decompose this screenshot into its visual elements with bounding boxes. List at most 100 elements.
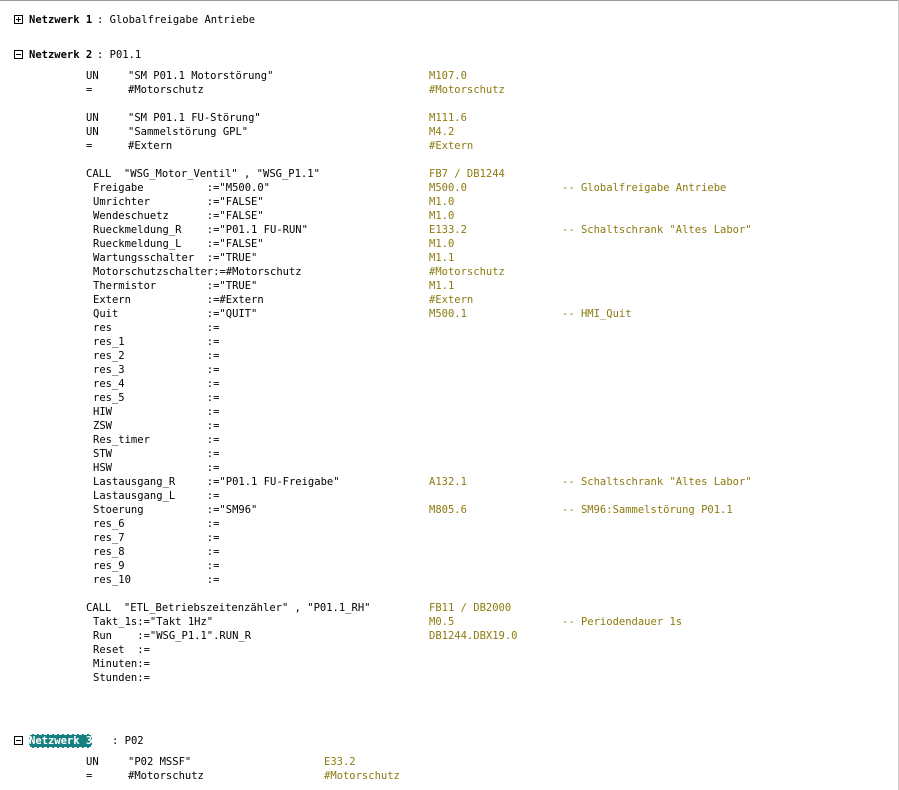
parameter-line[interactable]: Res_timer :=	[0, 433, 899, 447]
statement-line[interactable]: = #Motorschutz #Motorschutz	[0, 769, 899, 783]
network-label-selected[interactable]: Netzwerk 3	[29, 734, 93, 748]
address: A132.1	[429, 476, 467, 488]
network-3-header[interactable]: Netzwerk 3 : P02	[14, 734, 144, 748]
call-line[interactable]: CALL "ETL_Betriebszeitenzähler" , "P01.1…	[0, 601, 899, 615]
parameter-line[interactable]: res_5 :=	[0, 391, 899, 405]
statement-line[interactable]: UN "Sammelstörung GPL" M4.2	[0, 125, 899, 139]
parameter: res_9 :=	[93, 560, 220, 572]
parameter-line[interactable]: Minuten:=	[0, 657, 899, 671]
address: #Motorschutz	[324, 770, 400, 782]
parameter-line[interactable]: res_9 :=	[0, 559, 899, 573]
parameter: res_4 :=	[93, 378, 220, 390]
parameter-line[interactable]: Takt_1s:="Takt 1Hz" M0.5 -- Periodendauer …	[0, 615, 899, 629]
parameter-line[interactable]: Freigabe :="M500.0" M500.0 -- Globalfreiga…	[0, 181, 899, 195]
call-statement: CALL "ETL_Betriebszeitenzähler" , "P01.1…	[86, 602, 371, 614]
operator: UN	[86, 70, 99, 82]
parameter-line[interactable]: HIW :=	[0, 405, 899, 419]
collapse-icon[interactable]	[14, 50, 23, 59]
parameter: res_3 :=	[93, 364, 220, 376]
statement-line[interactable]: = #Extern #Extern	[0, 139, 899, 153]
statement-line[interactable]: = #Motorschutz #Motorschutz	[0, 83, 899, 97]
network-title: : Globalfreigabe Antriebe	[97, 14, 256, 26]
comment: -- Schaltschrank "Altes Labor"	[562, 224, 752, 236]
call-line[interactable]: CALL "WSG_Motor_Ventil" , "WSG_P1.1" FB7 …	[0, 167, 899, 181]
parameter: res_2 :=	[93, 350, 220, 362]
network-label: Netzwerk 2	[29, 49, 93, 61]
parameter: ZSW :=	[93, 420, 220, 432]
parameter-line[interactable]: HSW :=	[0, 461, 899, 475]
parameter-line[interactable]: Wendeschuetz :="FALSE" M1.0	[0, 209, 899, 223]
parameter-line[interactable]: ZSW :=	[0, 419, 899, 433]
collapse-icon[interactable]	[14, 736, 23, 745]
address: M111.6	[429, 112, 467, 124]
address: M500.1	[429, 308, 467, 320]
parameter-line[interactable]: res_2 :=	[0, 349, 899, 363]
parameter-line[interactable]: Umrichter :="FALSE" M1.0	[0, 195, 899, 209]
address: E33.2	[324, 756, 356, 768]
operator: =	[86, 84, 93, 96]
parameter-line[interactable]: res_1 :=	[0, 335, 899, 349]
parameter-line[interactable]: Extern :=#Extern #Extern	[0, 293, 899, 307]
network-2-header[interactable]: Netzwerk 2 : P01.1	[14, 48, 141, 62]
parameter-line[interactable]: Rueckmeldung_R :="P01.1 FU-RUN" E133.2 -- …	[0, 223, 899, 237]
parameter: Wendeschuetz :="FALSE"	[93, 210, 264, 222]
parameter-line[interactable]: Thermistor :="TRUE" M1.1	[0, 279, 899, 293]
parameter-line[interactable]: res_4 :=	[0, 377, 899, 391]
parameter: Extern :=#Extern	[93, 294, 264, 306]
operator: UN	[86, 112, 99, 124]
address: M107.0	[429, 70, 467, 82]
address: M1.0	[429, 196, 455, 208]
network-1-header[interactable]: Netzwerk 1 : Globalfreigabe Antriebe	[14, 13, 255, 27]
statement-line[interactable]: UN "SM P01.1 FU-Störung" M111.6	[0, 111, 899, 125]
parameter-line[interactable]: Reset :=	[0, 643, 899, 657]
parameter: res_10 :=	[93, 574, 220, 586]
operand: "P02 MSSF"	[128, 756, 192, 768]
parameter: res_5 :=	[93, 392, 220, 404]
block-address: FB7 / DB1244	[429, 168, 505, 180]
parameter: Wartungsschalter :="TRUE"	[93, 252, 258, 264]
parameter-line[interactable]: Lastausgang_L :=	[0, 489, 899, 503]
parameter-line[interactable]: res_8 :=	[0, 545, 899, 559]
parameter: res_7 :=	[93, 532, 220, 544]
parameter: Quit :="QUIT"	[93, 308, 258, 320]
network-label: Netzwerk 1	[29, 14, 93, 26]
parameter: Rueckmeldung_L :="FALSE"	[93, 238, 264, 250]
parameter: HIW :=	[93, 406, 220, 418]
operand: "SM P01.1 Motorstörung"	[128, 70, 274, 82]
parameter-line[interactable]: res :=	[0, 321, 899, 335]
address: M500.0	[429, 182, 467, 194]
parameter-line[interactable]: res_6 :=	[0, 517, 899, 531]
parameter: STW :=	[93, 448, 220, 460]
statement-line[interactable]: UN "SM P01.1 Motorstörung" M107.0	[0, 69, 899, 83]
parameter-line[interactable]: Quit :="QUIT" M500.1 -- HMI_Quit	[0, 307, 899, 321]
comment: -- HMI_Quit	[562, 308, 632, 320]
expand-icon[interactable]	[14, 15, 23, 24]
operand: "SM P01.1 FU-Störung"	[128, 112, 261, 124]
parameter-line[interactable]: Rueckmeldung_L :="FALSE" M1.0	[0, 237, 899, 251]
parameter: Motorschutzschalter:=#Motorschutz	[93, 266, 302, 278]
parameter-line[interactable]: Wartungsschalter :="TRUE" M1.1	[0, 251, 899, 265]
parameter: Lastausgang_L :=	[93, 490, 220, 502]
operand: #Motorschutz	[128, 770, 204, 782]
editor-top-border	[0, 0, 899, 5]
parameter: res_1 :=	[93, 336, 220, 348]
operator: UN	[86, 756, 99, 768]
parameter-line[interactable]: Stoerung :="SM96" M805.6 -- SM96:Sammelstö…	[0, 503, 899, 517]
parameter-line[interactable]: Motorschutzschalter:=#Motorschutz #Motors…	[0, 265, 899, 279]
address: M1.0	[429, 238, 455, 250]
parameter-line[interactable]: Lastausgang_R :="P01.1 FU-Freigabe" A132.…	[0, 475, 899, 489]
parameter-line[interactable]: res_10 :=	[0, 573, 899, 587]
parameter-line[interactable]: res_7 :=	[0, 531, 899, 545]
parameter-line[interactable]: Stunden:=	[0, 671, 899, 685]
parameter: res_6 :=	[93, 518, 220, 530]
parameter: res :=	[93, 322, 220, 334]
call-statement: CALL "WSG_Motor_Ventil" , "WSG_P1.1"	[86, 168, 320, 180]
parameter: Freigabe :="M500.0"	[93, 182, 271, 194]
parameter-line[interactable]: res_3 :=	[0, 363, 899, 377]
parameter-line[interactable]: Run :="WSG_P1.1".RUN_R DB1244.DBX19.0	[0, 629, 899, 643]
address: #Motorschutz	[429, 84, 505, 96]
operand: #Motorschutz	[128, 84, 204, 96]
parameter-line[interactable]: STW :=	[0, 447, 899, 461]
operator: =	[86, 140, 93, 152]
statement-line[interactable]: UN "P02 MSSF" E33.2	[0, 755, 899, 769]
